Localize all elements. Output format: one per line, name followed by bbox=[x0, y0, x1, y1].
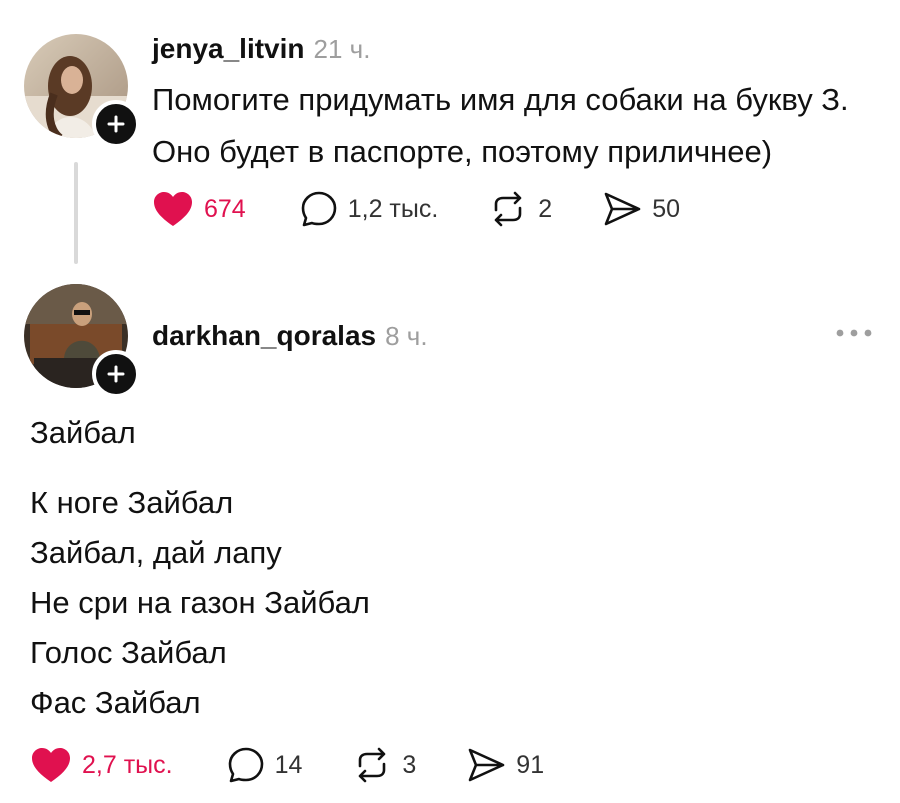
action-bar: 2,7 тыс. 14 3 91 bbox=[30, 746, 594, 784]
username[interactable]: jenya_litvin bbox=[152, 33, 305, 65]
text-line: Не сри на газон Зайбал bbox=[30, 585, 370, 620]
repost-button[interactable]: 2 bbox=[488, 190, 552, 228]
avatar-wrap bbox=[24, 284, 140, 398]
text-line: Оно будет в паспорте, поэтому приличнее) bbox=[152, 134, 773, 169]
text-line-empty bbox=[30, 458, 370, 478]
repost-count: 2 bbox=[538, 194, 553, 223]
share-button[interactable]: 91 bbox=[466, 746, 544, 784]
repost-count: 3 bbox=[402, 750, 417, 779]
post-time: 21 ч. bbox=[313, 34, 371, 64]
heart-icon bbox=[154, 192, 192, 226]
post-text: Помогите придумать имя для собаки на бук… bbox=[152, 74, 849, 178]
repost-icon bbox=[359, 747, 386, 783]
plus-icon bbox=[107, 115, 125, 133]
post-time: 8 ч. bbox=[385, 321, 428, 351]
username[interactable]: darkhan_qoralas bbox=[152, 320, 376, 352]
post-card: jenya_litvin 21 ч. Помогите придумать им… bbox=[0, 0, 900, 280]
share-button[interactable]: 50 bbox=[602, 190, 680, 228]
heart-icon bbox=[32, 748, 70, 782]
repost-icon bbox=[494, 191, 522, 227]
more-dots-icon bbox=[836, 329, 872, 337]
post-text: Зайбал К ноге Зайбал Зайбал, дай лапу Не… bbox=[30, 408, 370, 728]
like-button[interactable]: 674 bbox=[152, 190, 246, 228]
follow-button[interactable] bbox=[92, 350, 140, 398]
thread-line bbox=[74, 162, 78, 264]
action-bar: 674 1,2 тыс. 2 50 bbox=[152, 190, 730, 228]
text-line: Зайбал, дай лапу bbox=[30, 535, 282, 570]
post-meta: darkhan_qoralas 8 ч. bbox=[152, 320, 428, 352]
post-meta: jenya_litvin 21 ч. bbox=[152, 33, 370, 65]
text-line: Зайбал bbox=[30, 415, 136, 450]
text-line: К ноге Зайбал bbox=[30, 485, 234, 520]
share-count: 50 bbox=[652, 194, 681, 223]
text-line: Помогите придумать имя для собаки на бук… bbox=[152, 82, 849, 117]
like-button[interactable]: 2,7 тыс. bbox=[30, 746, 173, 784]
text-line: Голос Зайбал bbox=[30, 635, 227, 670]
more-options-button[interactable] bbox=[834, 327, 874, 339]
reply-card: darkhan_qoralas 8 ч. Зайбал К ноге Зайба… bbox=[0, 280, 900, 803]
like-count: 2,7 тыс. bbox=[82, 750, 173, 779]
send-icon bbox=[604, 192, 641, 226]
comment-bubble-icon bbox=[228, 747, 263, 783]
comment-button[interactable]: 14 bbox=[227, 746, 303, 784]
like-count: 674 bbox=[204, 194, 246, 223]
repost-button[interactable]: 3 bbox=[352, 746, 416, 784]
follow-button[interactable] bbox=[92, 100, 140, 148]
comment-bubble-icon bbox=[301, 191, 337, 227]
comment-count: 1,2 тыс. bbox=[347, 194, 439, 223]
send-icon bbox=[468, 748, 505, 782]
text-line: Фас Зайбал bbox=[30, 685, 201, 720]
comment-button[interactable]: 1,2 тыс. bbox=[300, 190, 439, 228]
plus-icon bbox=[107, 365, 125, 383]
share-count: 91 bbox=[516, 750, 545, 779]
avatar-wrap bbox=[24, 34, 140, 148]
comment-count: 14 bbox=[274, 750, 303, 779]
